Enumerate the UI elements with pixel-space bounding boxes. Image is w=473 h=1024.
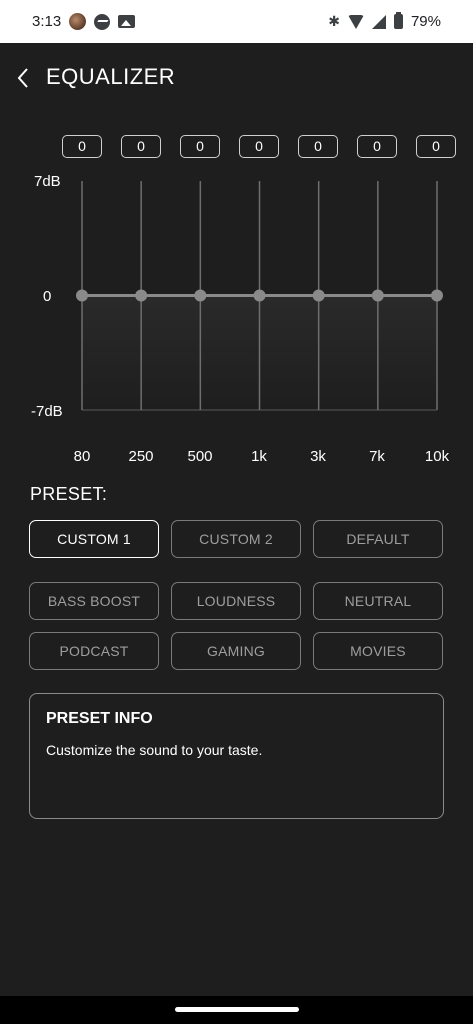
band-value-250[interactable]: 0 xyxy=(121,135,161,158)
preset-info-card: PRESET INFO Customize the sound to your … xyxy=(29,693,444,819)
home-gesture-handle[interactable] xyxy=(175,1007,299,1012)
photos-icon xyxy=(118,15,136,28)
eq-handle-80[interactable] xyxy=(76,289,88,302)
status-left: 3:13 xyxy=(32,13,136,30)
eq-handle-250[interactable] xyxy=(135,289,148,302)
band-value-10k[interactable]: 0 xyxy=(416,135,456,158)
preset-movies-button[interactable]: MOVIES xyxy=(313,632,443,670)
freq-label-250: 250 xyxy=(128,448,154,465)
battery-icon xyxy=(393,12,403,29)
band-value-500[interactable]: 0 xyxy=(180,135,220,158)
status-time: 3:13 xyxy=(32,13,62,30)
avatar-icon xyxy=(69,13,87,30)
eq-handle-500[interactable] xyxy=(194,289,207,302)
preset-default-button[interactable]: DEFAULT xyxy=(313,520,443,558)
preset-podcast-button[interactable]: PODCAST xyxy=(29,632,159,670)
preset-heading: PRESET: xyxy=(30,484,108,504)
bluetooth-icon: ✱ xyxy=(328,13,340,29)
band-value-3k[interactable]: 0 xyxy=(298,135,338,158)
eq-handle-3k[interactable] xyxy=(312,289,325,302)
eq-handle-7k[interactable] xyxy=(371,289,384,302)
signal-icon xyxy=(371,14,386,29)
freq-label-7k: 7k xyxy=(369,448,385,465)
eq-handle-10k[interactable] xyxy=(431,289,443,302)
preset-loudness-button[interactable]: LOUDNESS xyxy=(171,582,301,620)
status-bar: 3:13 ✱ 79% xyxy=(0,0,473,43)
eq-handle-1k[interactable] xyxy=(253,289,266,302)
messenger-icon xyxy=(94,13,111,30)
band-value-7k[interactable]: 0 xyxy=(357,135,397,158)
preset-gaming-button[interactable]: GAMING xyxy=(171,632,301,670)
preset-info-text: Customize the sound to your taste. xyxy=(46,742,263,758)
navigation-bar xyxy=(0,996,473,1024)
freq-label-10k: 10k xyxy=(424,448,450,465)
back-arrow-icon[interactable] xyxy=(14,66,34,90)
status-right: ✱ 79% xyxy=(328,12,441,30)
preset-info-title: PRESET INFO xyxy=(46,710,153,727)
band-value-80[interactable]: 0 xyxy=(62,135,102,158)
preset-bass-boost-button[interactable]: BASS BOOST xyxy=(29,582,159,620)
eq-graph xyxy=(76,181,443,411)
preset-custom-1-button[interactable]: CUSTOM 1 xyxy=(29,520,159,558)
preset-custom-2-button[interactable]: CUSTOM 2 xyxy=(171,520,301,558)
freq-label-80: 80 xyxy=(73,448,91,465)
wifi-icon xyxy=(347,14,364,29)
preset-neutral-button[interactable]: NEUTRAL xyxy=(313,582,443,620)
page-title: EQUALIZER xyxy=(46,64,176,89)
freq-label-3k: 3k xyxy=(310,448,326,465)
battery-percent: 79% xyxy=(410,13,441,30)
freq-label-1k: 1k xyxy=(251,448,267,465)
band-value-1k[interactable]: 0 xyxy=(239,135,279,158)
freq-label-500: 500 xyxy=(187,448,213,465)
